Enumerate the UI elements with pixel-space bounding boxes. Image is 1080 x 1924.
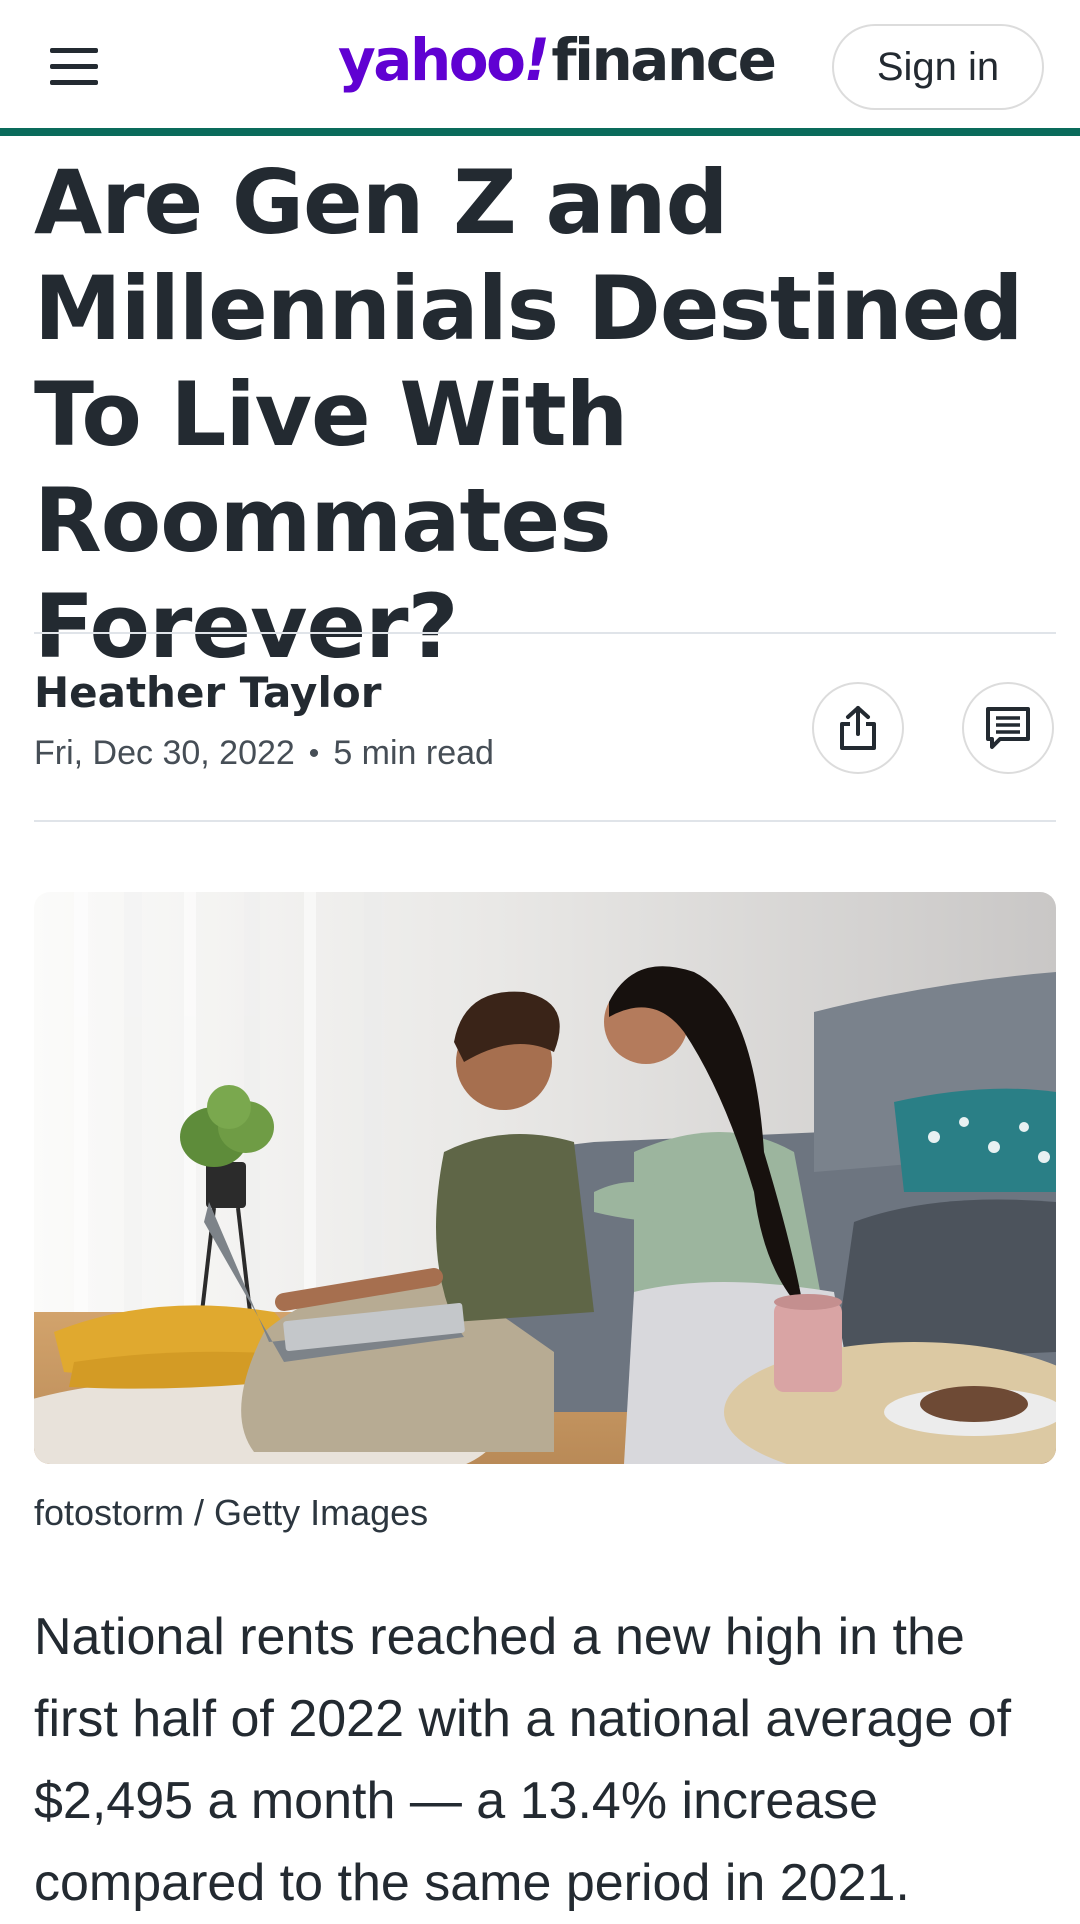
read-time: 5 min read [333,734,494,772]
share-icon [840,706,876,750]
comment-icon [986,707,1030,749]
comments-button[interactable] [962,682,1054,774]
hero-photo [34,892,1056,1464]
hamburger-menu-icon[interactable] [44,44,104,92]
article-body-paragraph: National rents reached a new high in the… [34,1608,1012,1912]
share-button[interactable] [812,682,904,774]
image-caption: fotostorm / Getty Images [34,1492,429,1533]
logo-bang-text: ! [523,26,549,94]
article-meta: Fri, Dec 30, 2022 • 5 min read [34,734,494,773]
divider-bottom [34,820,1056,822]
author-name[interactable]: Heather Taylor [34,668,381,717]
article-hero-image[interactable] [34,892,1056,1464]
publish-date: Fri, Dec 30, 2022 [34,734,295,772]
sign-in-button[interactable]: Sign in [832,24,1044,110]
meta-separator: • [308,736,320,770]
top-nav-bar: yahoo! finance Sign in [0,0,1080,136]
logo-finance-text: finance [551,26,777,94]
article-title: Are Gen Z and Millennials Destined To Li… [34,151,1023,678]
yahoo-finance-logo[interactable]: yahoo! finance [338,26,777,106]
logo-yahoo-text: yahoo [338,26,526,94]
divider-top [34,632,1056,634]
